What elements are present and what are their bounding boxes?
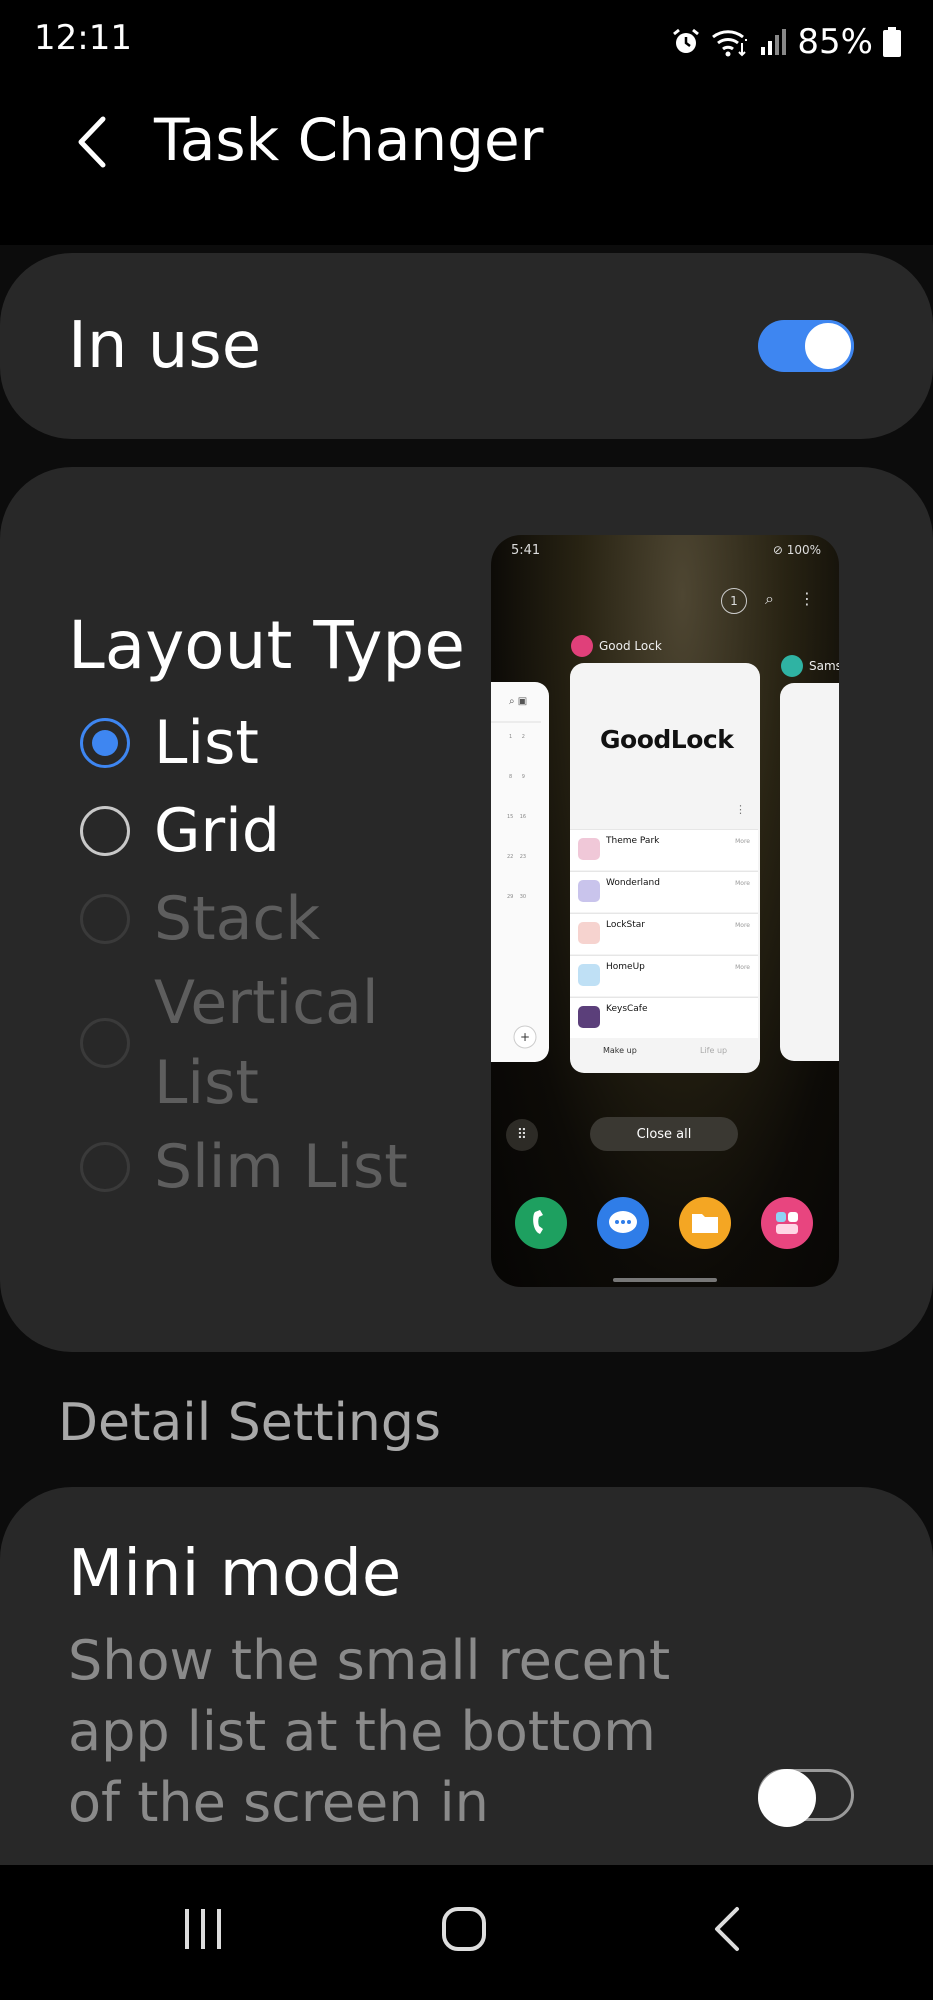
preview-phone-app-icon: [515, 1197, 567, 1249]
battery-label: 85%: [797, 22, 873, 62]
theme-park-icon: [578, 838, 600, 860]
preview-battery: 100%: [786, 543, 821, 557]
svg-text:8 9: 8 9: [509, 774, 525, 780]
preview-item-more: More: [735, 880, 750, 887]
preview-status: ⊘ 100%: [773, 543, 821, 557]
preview-right-app-label: Sams: [781, 655, 839, 677]
svg-text:15 16: 15 16: [507, 814, 526, 820]
navigation-bar: [0, 1866, 933, 2000]
preview-messages-app-icon: [597, 1197, 649, 1249]
svg-text:29 30: 29 30: [507, 894, 526, 900]
radio-option-list[interactable]: List: [80, 707, 259, 779]
preview-item-more: More: [735, 922, 750, 929]
preview-right-card: [780, 683, 839, 1061]
recents-button[interactable]: [143, 1886, 263, 1976]
preview-more-icon: ⋮: [799, 589, 815, 608]
mini-mode-card[interactable]: Mini mode Show the small recent app list…: [0, 1487, 933, 1865]
detail-settings-header: Detail Settings: [58, 1393, 441, 1453]
preview-app-grid-icon: ⠿: [506, 1119, 538, 1151]
preview-item-more: More: [735, 838, 750, 845]
page-title: Task Changer: [154, 106, 544, 174]
preview-gallery-app-icon: [761, 1197, 813, 1249]
chevron-left-icon: [75, 115, 109, 173]
alarm-icon: [671, 27, 701, 57]
preview-goodlock-title: GoodLock: [600, 725, 734, 754]
wifi-icon: [711, 27, 749, 57]
in-use-card[interactable]: In use: [0, 253, 933, 439]
radio-label-vertical-list: Vertical List: [154, 968, 379, 1118]
in-use-label: In use: [68, 309, 262, 383]
preview-recent-count: 1: [721, 588, 747, 614]
back-icon: [711, 1905, 741, 1957]
radio-option-vertical-list: Vertical List: [80, 963, 414, 1123]
preview-item-name: Theme Park: [606, 836, 660, 846]
radio-option-grid[interactable]: Grid: [80, 795, 280, 867]
preview-files-app-icon: [679, 1197, 731, 1249]
radio-option-slim-list: Slim List: [80, 1131, 408, 1203]
radio-button-list[interactable]: [80, 718, 130, 768]
radio-button-slim-list: [80, 1142, 130, 1192]
preview-item-name: Wonderland: [606, 878, 660, 888]
home-icon: [441, 1906, 487, 1956]
samsung-health-icon: [781, 655, 803, 677]
battery-icon: [883, 27, 901, 57]
radio-label-list: List: [154, 708, 259, 778]
layout-type-card: Layout Type List Grid Stack Vertical Lis…: [0, 467, 933, 1352]
mini-mode-toggle[interactable]: [758, 1769, 854, 1827]
radio-option-stack: Stack: [80, 883, 320, 955]
preview-left-card: ⌕ ▣ 1 2 8 9 15 16 22 23 29 30 +: [491, 682, 549, 1062]
preview-bottom-right: Life up: [700, 1046, 728, 1055]
mini-mode-title: Mini mode: [68, 1537, 402, 1611]
goodlock-app-icon: [571, 635, 593, 657]
preview-center-app-name: Good Lock: [599, 639, 662, 653]
toggle-knob: [758, 1769, 816, 1827]
preview-item-name: KeysCafe: [606, 1004, 648, 1014]
lockstar-icon: [578, 922, 600, 944]
settings-content[interactable]: In use Layout Type List Grid Stack Verti…: [0, 245, 933, 1865]
svg-text:1 2: 1 2: [509, 734, 525, 740]
preview-list-item: HomeUp More: [570, 955, 758, 996]
back-button[interactable]: [62, 108, 122, 180]
recents-icon: [181, 1907, 225, 1955]
preview-search-icon: ⌕: [765, 589, 774, 608]
preview-right-app-name: Sams: [809, 659, 839, 673]
preview-list-item: Theme Park More: [570, 829, 758, 870]
status-icons: 85%: [671, 18, 901, 66]
preview-list-item: KeysCafe: [570, 997, 758, 1038]
preview-home-handle: [613, 1278, 717, 1282]
wonderland-icon: [578, 880, 600, 902]
home-button[interactable]: [404, 1886, 524, 1976]
nav-back-button[interactable]: [666, 1886, 786, 1976]
preview-item-name: HomeUp: [606, 962, 645, 972]
svg-text:+: +: [520, 1030, 530, 1044]
status-time: 12:11: [34, 18, 132, 58]
mini-mode-description: Show the small recent app list at the bo…: [68, 1629, 671, 1834]
radio-button-grid[interactable]: [80, 806, 130, 856]
radio-label-grid: Grid: [154, 796, 280, 866]
radio-label-stack: Stack: [154, 884, 321, 954]
preview-wifi-icon: ⊘: [772, 543, 787, 557]
preview-list-item: LockStar More: [570, 913, 758, 954]
radio-button-stack: [80, 894, 130, 944]
homeup-icon: [578, 964, 600, 986]
radio-button-vertical-list: [80, 1018, 130, 1068]
preview-bottom-left: Make up: [603, 1046, 637, 1055]
preview-close-all: Close all: [590, 1117, 738, 1151]
signal-icon: [759, 27, 787, 57]
layout-preview-image: 5:41 ⊘ 100% 1 ⌕ ⋮ ⌕ ▣ 1 2 8 9 15 16 22 2…: [491, 535, 839, 1287]
keyscafe-icon: [578, 1006, 600, 1028]
svg-text:⌕ ▣: ⌕ ▣: [509, 696, 527, 707]
preview-item-name: LockStar: [606, 920, 645, 930]
preview-time: 5:41: [511, 543, 541, 558]
radio-label-slim-list: Slim List: [154, 1132, 408, 1202]
preview-center-app-label: Good Lock: [571, 635, 662, 657]
preview-card-more-icon: ⋮: [735, 803, 746, 816]
preview-item-more: More: [735, 964, 750, 971]
svg-text:22 23: 22 23: [507, 854, 526, 860]
preview-center-card: GoodLock ⋮ Theme Park More Wonderland Mo…: [570, 663, 760, 1073]
layout-type-title: Layout Type: [68, 607, 465, 684]
toggle-knob: [802, 320, 854, 372]
preview-list-item: Wonderland More: [570, 871, 758, 912]
in-use-toggle[interactable]: [758, 320, 854, 372]
